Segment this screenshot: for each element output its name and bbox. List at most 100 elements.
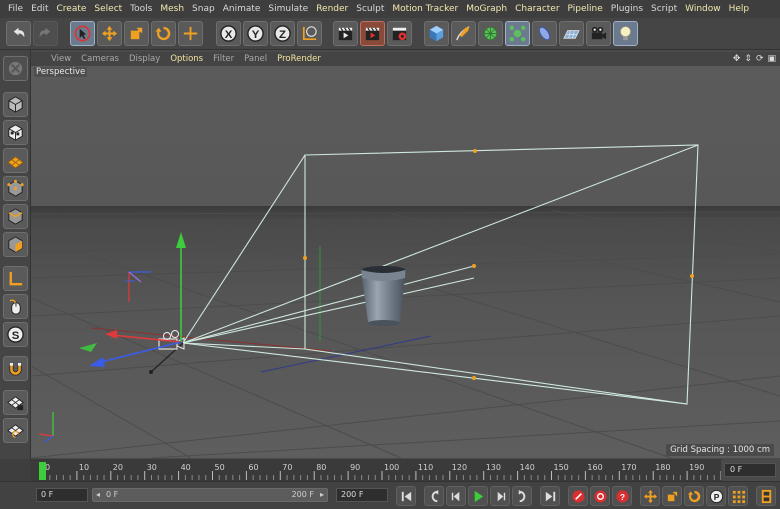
menu-file[interactable]: File <box>4 4 27 14</box>
key-position-button[interactable] <box>640 486 660 506</box>
perspective-viewport[interactable]: Perspective Grid Spacing : 1000 cm <box>31 66 780 458</box>
play-forward-button[interactable] <box>468 486 488 506</box>
render-view-button[interactable] <box>333 21 358 46</box>
coordinate-system-button[interactable] <box>297 21 322 46</box>
render-picture-viewer-button[interactable] <box>360 21 385 46</box>
viewport-maximize-icon[interactable]: ▣ <box>767 54 776 64</box>
previous-frame-button[interactable] <box>446 486 466 506</box>
lock-workplane-button[interactable] <box>3 390 28 415</box>
menu-script[interactable]: Script <box>647 4 681 14</box>
key-parameter-button[interactable]: P <box>706 486 726 506</box>
bend-deformer-icon <box>538 26 551 41</box>
menu-mograph[interactable]: MoGraph <box>462 4 511 14</box>
scheme-settings-button[interactable] <box>756 486 776 506</box>
redo-button[interactable] <box>33 21 58 46</box>
frame-range-slider[interactable]: ◂ 0 F 200 F ▸ <box>92 488 328 502</box>
timeline-tick-label: 100 <box>384 463 399 472</box>
viewport-menu-panel[interactable]: Panel <box>244 54 273 64</box>
model-mode-button[interactable] <box>3 92 28 117</box>
rotate-tool-button[interactable] <box>151 21 176 46</box>
deformer-button[interactable] <box>532 21 557 46</box>
magnet-icon <box>9 362 22 376</box>
key-scale-button[interactable] <box>662 486 682 506</box>
magnet-button[interactable] <box>3 356 28 381</box>
menu-sculpt[interactable]: Sculpt <box>352 4 388 14</box>
menu-create[interactable]: Create <box>53 4 91 14</box>
menu-plugins[interactable]: Plugins <box>607 4 647 14</box>
menu-edit[interactable]: Edit <box>27 4 52 14</box>
menu-tools[interactable]: Tools <box>126 4 156 14</box>
scale-tool-button[interactable] <box>124 21 149 46</box>
viewport-menu-cameras[interactable]: Cameras <box>81 54 125 64</box>
x-axis-lock-button[interactable]: X <box>216 21 241 46</box>
next-key-button[interactable] <box>512 486 532 506</box>
viewport-navigation: ✥ ⇕ ⟳ ▣ <box>733 52 776 66</box>
keyframe-selection-button[interactable]: ? <box>612 486 632 506</box>
viewport-menu-view[interactable]: View <box>51 54 77 64</box>
axis-mode-button[interactable] <box>3 266 28 291</box>
undo-button[interactable] <box>6 21 31 46</box>
timeline-ruler[interactable]: 0 10 20 30 40 50 60 70 80 90 100 110 120 130 140 150 160… <box>31 459 721 481</box>
polygons-mode-button[interactable] <box>3 232 28 257</box>
y-axis-lock-button[interactable]: Y <box>243 21 268 46</box>
previous-key-button[interactable] <box>424 486 444 506</box>
render-settings-button[interactable] <box>387 21 412 46</box>
z-axis-lock-button[interactable]: Z <box>270 21 295 46</box>
viewport-menu-filter[interactable]: Filter <box>213 54 240 64</box>
key-pla-button[interactable] <box>728 486 748 506</box>
camera-button[interactable] <box>586 21 611 46</box>
tweak-mode-button[interactable] <box>3 294 28 319</box>
timeline-tick-label: 180 <box>655 463 670 472</box>
menu-select[interactable]: Select <box>90 4 126 14</box>
viewport-move-icon[interactable]: ✥ <box>733 54 741 64</box>
subdivision-surface-button[interactable] <box>478 21 503 46</box>
end-frame-field[interactable]: 200 F <box>336 488 388 502</box>
camera-icon <box>591 26 607 40</box>
cube-primitive-button[interactable] <box>424 21 449 46</box>
svg-text:Z: Z <box>279 29 286 41</box>
menu-motion-tracker[interactable]: Motion Tracker <box>388 4 462 14</box>
timeline-tick-label: 90 <box>350 463 360 472</box>
pen-spline-button[interactable] <box>451 21 476 46</box>
viewport-menu-display[interactable]: Display <box>129 54 166 64</box>
points-mode-button[interactable] <box>3 176 28 201</box>
bucket-object[interactable] <box>361 266 406 326</box>
menu-animate[interactable]: Animate <box>219 4 265 14</box>
edges-mode-button[interactable] <box>3 204 28 229</box>
snapping-button[interactable]: S <box>3 322 28 347</box>
next-frame-button[interactable] <box>490 486 510 506</box>
record-active-objects-button[interactable] <box>568 486 588 506</box>
move-tool-button[interactable] <box>97 21 122 46</box>
menu-pipeline[interactable]: Pipeline <box>564 4 607 14</box>
cloner-button[interactable] <box>505 21 530 46</box>
viewport-ground <box>31 206 780 458</box>
viewport-menu-options[interactable]: Options <box>170 54 209 64</box>
autokeying-button[interactable] <box>590 486 610 506</box>
menu-character[interactable]: Character <box>511 4 563 14</box>
light-button[interactable] <box>613 21 638 46</box>
playhead[interactable] <box>39 462 46 480</box>
menu-mesh[interactable]: Mesh <box>156 4 188 14</box>
svg-text:Y: Y <box>252 29 260 41</box>
make-editable-button[interactable] <box>3 56 28 81</box>
viewport-zoom-icon[interactable]: ⇕ <box>744 54 752 64</box>
menu-help[interactable]: Help <box>725 4 754 14</box>
timeline-tick-label: 60 <box>248 463 258 472</box>
go-to-start-button[interactable] <box>396 486 416 506</box>
viewport-rotate-icon[interactable]: ⟳ <box>756 54 764 64</box>
planar-workplane-button[interactable] <box>3 418 28 443</box>
key-rotation-button[interactable] <box>684 486 704 506</box>
go-to-end-button[interactable] <box>540 486 560 506</box>
transform-tool-button[interactable] <box>178 21 203 46</box>
floor-button[interactable] <box>559 21 584 46</box>
start-frame-field[interactable]: 0 F <box>36 488 88 502</box>
menu-simulate[interactable]: Simulate <box>264 4 312 14</box>
menu-render[interactable]: Render <box>312 4 352 14</box>
texture-mode-button[interactable] <box>3 120 28 145</box>
workplane-mode-button[interactable] <box>3 148 28 173</box>
viewport-menu-prorender[interactable]: ProRender <box>277 54 327 64</box>
menu-window[interactable]: Window <box>681 4 725 14</box>
live-selection-button[interactable] <box>70 21 95 46</box>
current-frame-field[interactable]: 0 F <box>724 463 776 477</box>
menu-snap[interactable]: Snap <box>188 4 219 14</box>
